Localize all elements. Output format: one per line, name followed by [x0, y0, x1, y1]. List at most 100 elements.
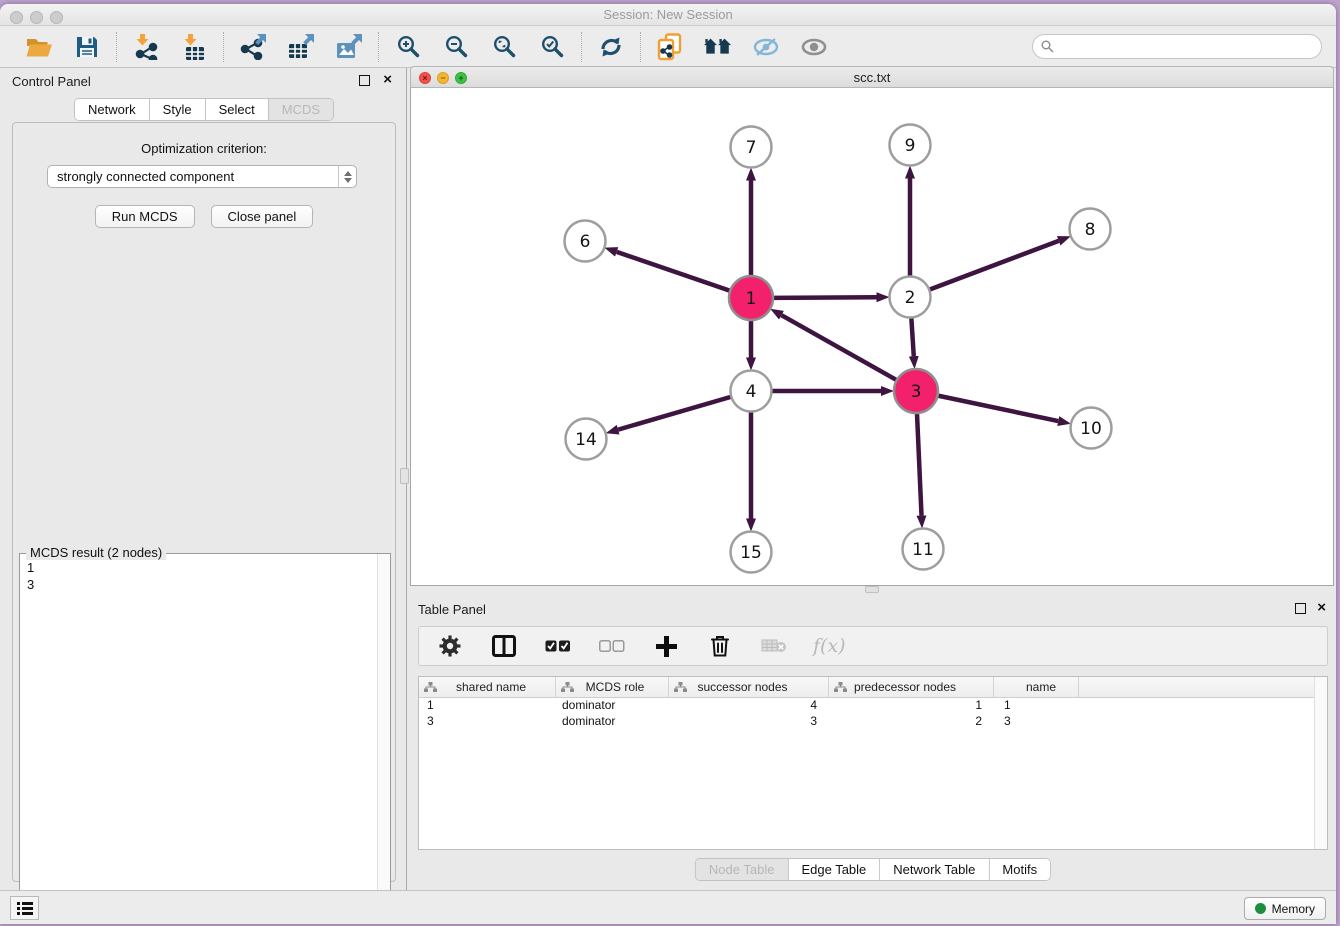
open-session-icon[interactable]: [24, 32, 54, 62]
run-mcds-button[interactable]: Run MCDS: [95, 205, 195, 228]
search-input[interactable]: [1059, 40, 1313, 54]
export-table-icon[interactable]: [286, 32, 316, 62]
close-panel-icon[interactable]: ×: [383, 71, 392, 88]
tree-icon: [561, 682, 574, 692]
search-box[interactable]: [1032, 34, 1322, 59]
close-panel-button[interactable]: Close panel: [211, 205, 314, 228]
node-label-1: 1: [746, 289, 757, 309]
node-label-10: 10: [1080, 419, 1102, 439]
horizontal-splitter-handle[interactable]: [865, 586, 879, 593]
edge-2-3[interactable]: [911, 318, 913, 356]
table-scrollbar[interactable]: [1314, 677, 1327, 849]
node-table: shared name MCDS role successor nodes pr…: [418, 676, 1328, 850]
tree-icon: [834, 682, 847, 692]
table-panel-title: Table Panel: [418, 602, 486, 617]
close-table-panel-icon[interactable]: ×: [1317, 599, 1326, 616]
network-window-titlebar[interactable]: × − + scc.txt: [410, 66, 1334, 88]
column-header-name[interactable]: name: [994, 677, 1079, 697]
criterion-select[interactable]: strongly connected component: [47, 165, 357, 188]
status-bar: Memory: [0, 890, 1336, 924]
node-label-9: 9: [905, 136, 916, 156]
table-header-row: shared name MCDS role successor nodes pr…: [419, 677, 1327, 698]
table-cell: 1: [994, 698, 1079, 714]
table-tabs: Node Table Edge Table Network Table Moti…: [695, 858, 1051, 881]
window-titlebar: Session: New Session: [0, 4, 1336, 26]
column-header-successor-nodes[interactable]: successor nodes: [669, 677, 829, 697]
node-label-7: 7: [746, 138, 757, 158]
delete-column-icon[interactable]: [705, 631, 735, 661]
save-session-icon[interactable]: [72, 32, 102, 62]
memory-button[interactable]: Memory: [1244, 897, 1326, 920]
main-toolbar: [0, 26, 1336, 68]
add-column-icon[interactable]: [651, 631, 681, 661]
table-panel: Table Panel ×: [410, 596, 1336, 890]
delete-table-icon: [759, 631, 789, 661]
tab-style[interactable]: Style: [150, 99, 206, 120]
window-title: Session: New Session: [0, 7, 1336, 22]
list-icon: [16, 901, 34, 916]
zoom-in-icon[interactable]: [393, 32, 423, 62]
edge-2-8[interactable]: [930, 241, 1059, 290]
edge-1-6[interactable]: [617, 252, 730, 291]
tab-select[interactable]: Select: [206, 99, 269, 120]
float-panel-icon[interactable]: [359, 75, 370, 86]
tab-edge-table[interactable]: Edge Table: [788, 859, 880, 880]
zoom-fit-icon[interactable]: [489, 32, 519, 62]
deselect-all-icon[interactable]: [597, 631, 627, 661]
edge-3-11[interactable]: [917, 414, 921, 516]
network-bottom-strip: [410, 586, 1334, 594]
table-row[interactable]: 3dominator323: [419, 714, 1327, 730]
network-window: × − + scc.txt 7968124314101511: [410, 66, 1334, 594]
zoom-selected-icon[interactable]: [537, 32, 567, 62]
edge-3-1[interactable]: [781, 315, 895, 380]
home-view-icon[interactable]: [703, 32, 733, 62]
tab-node-table[interactable]: Node Table: [696, 859, 789, 880]
node-label-14: 14: [575, 430, 597, 450]
edge-1-2[interactable]: [774, 297, 877, 298]
import-network-icon[interactable]: [131, 32, 161, 62]
tab-network-table[interactable]: Network Table: [880, 859, 989, 880]
table-settings-gear-icon[interactable]: [435, 631, 465, 661]
export-image-icon[interactable]: [334, 32, 364, 62]
table-cell: dominator: [556, 714, 669, 730]
copy-network-icon[interactable]: [655, 32, 685, 62]
float-table-panel-icon[interactable]: [1295, 603, 1306, 614]
node-label-11: 11: [912, 540, 934, 560]
node-label-3: 3: [911, 382, 922, 402]
table-body: 1dominator4113dominator323: [419, 698, 1327, 730]
tab-network[interactable]: Network: [75, 99, 150, 120]
zoom-out-icon[interactable]: [441, 32, 471, 62]
column-header-mcds-role[interactable]: MCDS role: [556, 677, 669, 697]
node-label-6: 6: [580, 232, 591, 252]
tab-motifs[interactable]: Motifs: [989, 859, 1050, 880]
edge-4-14[interactable]: [618, 397, 730, 430]
select-all-icon[interactable]: [543, 631, 573, 661]
search-icon: [1041, 40, 1054, 53]
show-columns-icon[interactable]: [489, 631, 519, 661]
column-header-predecessor-nodes[interactable]: predecessor nodes: [829, 677, 994, 697]
mcds-result-scrollbar[interactable]: [377, 554, 390, 924]
network-graph[interactable]: 7968124314101511: [411, 88, 1333, 584]
export-network-icon[interactable]: [238, 32, 268, 62]
tree-icon: [674, 682, 687, 692]
table-cell: 3: [994, 714, 1079, 730]
hide-details-icon[interactable]: [751, 32, 781, 62]
tab-mcds[interactable]: MCDS: [269, 99, 333, 120]
edge-3-10[interactable]: [939, 396, 1059, 421]
mcds-panel: Optimization criterion: strongly connect…: [12, 122, 396, 882]
node-label-2: 2: [905, 288, 916, 308]
table-row[interactable]: 1dominator411: [419, 698, 1327, 714]
column-header-shared-name[interactable]: shared name: [419, 677, 556, 697]
mcds-result-text[interactable]: 1 3: [20, 556, 376, 924]
app-window: Session: New Session: [0, 4, 1336, 924]
network-canvas[interactable]: 7968124314101511: [410, 88, 1334, 586]
show-details-icon[interactable]: [799, 32, 829, 62]
panel-splitter-handle[interactable]: [400, 468, 409, 484]
table-toolbar: f(x): [418, 626, 1328, 666]
memory-label: Memory: [1272, 902, 1315, 916]
refresh-layout-icon[interactable]: [596, 32, 626, 62]
import-table-icon[interactable]: [179, 32, 209, 62]
criterion-value: strongly connected component: [57, 169, 234, 184]
task-history-button[interactable]: [10, 896, 39, 920]
table-cell: 4: [669, 698, 829, 714]
